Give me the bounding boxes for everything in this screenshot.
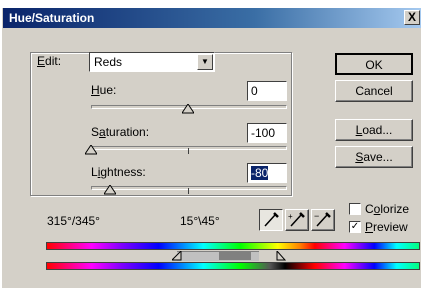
cancel-button[interactable]: Cancel (335, 80, 413, 102)
eyedropper-subtract-button[interactable]: − (311, 209, 335, 231)
colorize-label: Colorize (365, 202, 410, 216)
eyedropper-icon (264, 212, 279, 227)
title-bar[interactable]: Hue/Saturation X (3, 8, 421, 28)
lightness-slider-track[interactable] (91, 186, 287, 190)
saturation-slider-center-tick (188, 148, 189, 154)
hue-range-bar[interactable] (46, 251, 420, 261)
saturation-slider-track[interactable] (91, 146, 287, 150)
eyedropper-button[interactable] (259, 209, 283, 231)
svg-text:−: − (314, 211, 319, 221)
dialog-title: Hue/Saturation (9, 11, 95, 25)
range-right-falloff-handle[interactable] (276, 251, 286, 261)
close-icon: X (407, 10, 416, 24)
lightness-slider-thumb[interactable] (104, 185, 116, 195)
range-left-falloff-handle[interactable] (172, 251, 182, 261)
svg-text:+: + (288, 212, 293, 221)
hue-slider-thumb[interactable] (182, 104, 194, 114)
lightness-label: Lightness: (91, 165, 146, 179)
edit-channel-select[interactable]: Reds ▼ (89, 52, 215, 72)
preview-label: Preview (365, 220, 408, 234)
hue-label: Hue: (91, 83, 117, 97)
preview-checkbox[interactable]: ✓ (349, 221, 361, 233)
hue-input[interactable]: 0 (247, 81, 287, 101)
hue-saturation-dialog: Hue/Saturation X Edit: Reds ▼ Hue: 0 Sat… (2, 8, 421, 288)
edit-label: Edit: (35, 54, 64, 68)
check-icon: ✓ (350, 221, 360, 232)
chevron-down-icon[interactable]: ▼ (197, 54, 213, 70)
saturation-label: Saturation: (91, 125, 150, 139)
close-button[interactable]: X (404, 10, 420, 25)
eyedropper-minus-icon: − (314, 211, 331, 227)
lightness-value-selected: -80 (251, 166, 269, 180)
edit-channel-value: Reds (94, 55, 123, 69)
saturation-slider-thumb[interactable] (85, 145, 97, 155)
eyedropper-add-button[interactable]: + (285, 209, 309, 231)
saturation-input[interactable]: -100 (247, 123, 287, 143)
range-end-readout: 15°\45° (180, 214, 220, 228)
range-start-readout: 315°/345° (47, 214, 100, 228)
eyedropper-plus-icon: + (288, 212, 305, 227)
input-hue-bar (46, 242, 420, 250)
output-hue-bar (46, 262, 420, 270)
lightness-slider-center-tick (188, 188, 189, 194)
range-core (219, 251, 251, 260)
load-button[interactable]: Load... (335, 119, 413, 141)
lightness-input[interactable]: -80 (247, 163, 287, 183)
save-button[interactable]: Save... (335, 146, 413, 168)
ok-button[interactable]: OK (335, 53, 413, 75)
colorize-checkbox[interactable] (349, 203, 361, 215)
